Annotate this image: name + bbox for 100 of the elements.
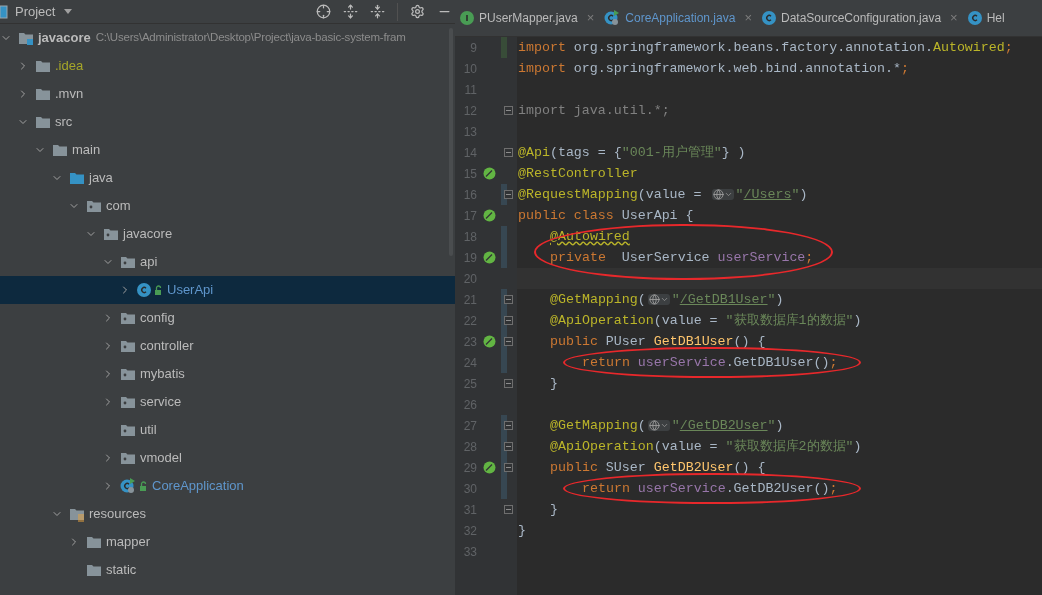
leaf-icon[interactable]	[482, 461, 496, 474]
code-token: UserService	[620, 248, 711, 267]
code-token: }	[518, 521, 526, 540]
code-token: ;	[1004, 38, 1013, 57]
change-marker[interactable]	[501, 352, 507, 373]
module-folder-icon	[18, 30, 34, 46]
tree-item[interactable]: vmodel	[0, 444, 455, 472]
tree-item[interactable]: javacore	[0, 220, 455, 248]
resource-folder-icon	[69, 506, 85, 522]
fold-icon[interactable]	[504, 148, 513, 157]
package-icon	[120, 394, 136, 410]
url-globe-icon[interactable]	[711, 189, 734, 200]
code-token: public	[550, 458, 599, 477]
change-marker[interactable]	[501, 478, 507, 499]
fold-icon[interactable]	[504, 442, 513, 451]
code-token: SUser	[605, 458, 647, 477]
editor-tab[interactable]: CoreApplication.java ×	[602, 0, 760, 36]
tree-item[interactable]: api	[0, 248, 455, 276]
expand-all-icon[interactable]	[343, 4, 358, 19]
tree-item[interactable]: controller	[0, 332, 455, 360]
tree-item[interactable]: CoreApplication	[0, 472, 455, 500]
code-token: }	[550, 374, 558, 393]
collapse-all-icon[interactable]	[370, 4, 385, 19]
url-globe-icon[interactable]	[647, 420, 670, 431]
code-token: )	[853, 311, 862, 330]
tree-label: service	[140, 393, 182, 412]
tree-item[interactable]: mapper	[0, 528, 455, 556]
fold-icon[interactable]	[504, 421, 513, 430]
folder-icon	[86, 562, 102, 578]
change-marker[interactable]	[501, 37, 507, 58]
code-token: .GetDB2User()	[725, 479, 830, 498]
fold-icon[interactable]	[504, 190, 513, 199]
code-token: "	[671, 290, 680, 309]
code-token[interactable]: /GetDB1User	[679, 289, 768, 310]
code-token: "	[791, 185, 800, 204]
change-marker[interactable]	[501, 247, 507, 268]
folder-icon	[35, 58, 51, 74]
tree-item[interactable]: main	[0, 136, 455, 164]
code-token: userService	[637, 479, 726, 498]
tree-item[interactable]: com	[0, 192, 455, 220]
tree-item[interactable]: service	[0, 388, 455, 416]
locate-icon[interactable]	[316, 4, 331, 19]
code-token: )	[775, 290, 784, 309]
code-token: org.springframework.beans.factory.annotation.	[572, 38, 933, 57]
tree-label: src	[55, 113, 73, 132]
fold-icon[interactable]	[504, 316, 513, 325]
editor-tab[interactable]: PUserMapper.java ×	[458, 0, 603, 36]
tree-item[interactable]: javacore C:\Users\Administrator\Desktop\Project\java-basic-system-fram	[0, 24, 455, 52]
fold-icon[interactable]	[504, 106, 513, 115]
code-token: import	[518, 38, 566, 57]
code-token: userService	[717, 248, 806, 267]
tree-item[interactable]: .idea	[0, 52, 455, 80]
project-path: C:\Users\Administrator\Desktop\Project\java-basic-system-fram	[95, 30, 406, 46]
code-token: ;	[829, 479, 838, 498]
tree-item[interactable]: mybatis	[0, 360, 455, 388]
code-token: return	[582, 479, 631, 498]
tree-item[interactable]: java	[0, 164, 455, 192]
code-editor[interactable]	[455, 37, 1042, 595]
class-icon	[761, 11, 776, 25]
tree-item[interactable]: src	[0, 108, 455, 136]
tree-item[interactable]: resources	[0, 500, 455, 528]
tree-item[interactable]: UserApi	[0, 276, 455, 304]
dropdown-caret-icon[interactable]	[63, 8, 74, 15]
leaf-icon[interactable]	[482, 167, 496, 180]
fold-icon[interactable]	[504, 295, 513, 304]
tree-label: mybatis	[140, 365, 185, 384]
tree-label: .mvn	[55, 85, 84, 104]
code-token: "	[735, 185, 744, 204]
folder-icon	[35, 114, 51, 130]
code-token: }	[550, 500, 558, 519]
tree-label: vmodel	[140, 449, 182, 468]
package-icon	[120, 254, 136, 270]
code-token: GetDB2User	[653, 458, 734, 477]
settings-icon[interactable]	[410, 4, 425, 19]
tree-item[interactable]: static	[0, 556, 455, 584]
tree-item[interactable]: util	[0, 416, 455, 444]
tree-item[interactable]: config	[0, 304, 455, 332]
tree-label: api	[140, 253, 158, 272]
leaf-icon[interactable]	[482, 335, 496, 348]
leaf-icon[interactable]	[482, 251, 496, 264]
tree-label: mapper	[106, 533, 151, 552]
editor-tab[interactable]: DataSourceConfiguration.java ×	[759, 0, 966, 36]
fold-icon[interactable]	[504, 463, 513, 472]
code-token[interactable]: /Users	[743, 184, 792, 205]
change-marker[interactable]	[501, 226, 507, 247]
panel-title[interactable]: Project	[15, 1, 56, 22]
url-globe-icon[interactable]	[647, 294, 670, 305]
fold-icon[interactable]	[504, 505, 513, 514]
code-token[interactable]: /GetDB2User	[679, 415, 768, 436]
leaf-icon[interactable]	[482, 209, 496, 222]
code-token: (	[637, 290, 646, 309]
tree-item[interactable]: .mvn	[0, 80, 455, 108]
code-token: "获取数据库1的数据"	[725, 311, 854, 330]
editor-tab[interactable]: Hel	[965, 0, 1013, 36]
application-class-icon	[604, 10, 621, 26]
fold-icon[interactable]	[504, 337, 513, 346]
tree-label: javacore	[38, 29, 91, 48]
tab-label: DataSourceConfiguration.java	[780, 10, 942, 27]
tree-label: resources	[89, 505, 147, 524]
fold-icon[interactable]	[504, 379, 513, 388]
